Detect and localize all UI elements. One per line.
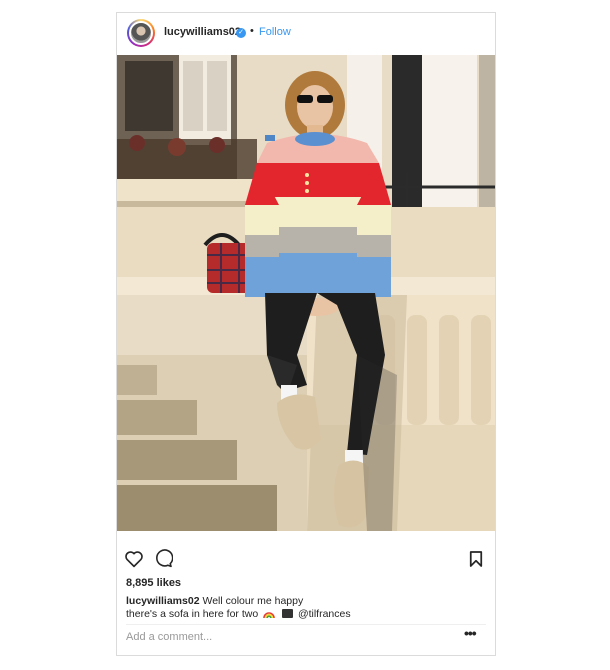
post-actions xyxy=(117,543,495,573)
header-separator: • xyxy=(250,25,254,37)
rainbow-emoji-icon xyxy=(263,612,275,618)
post-header: lucywilliams02 ✓ • Follow xyxy=(117,13,495,55)
post-photo[interactable] xyxy=(117,55,495,531)
add-comment-input[interactable] xyxy=(126,627,446,647)
comment-bubble-icon[interactable] xyxy=(154,549,174,573)
caption-username[interactable]: lucywilliams02 xyxy=(126,595,200,607)
bookmark-icon[interactable] xyxy=(469,550,483,573)
username-link[interactable]: lucywilliams02 xyxy=(164,26,241,38)
caption-mention-link[interactable]: @tilfrances xyxy=(298,608,351,620)
clapper-board-emoji-icon xyxy=(282,609,294,618)
caption-line-1: Well colour me happy xyxy=(202,595,304,607)
more-options-button[interactable]: ••• xyxy=(464,625,477,641)
heart-icon[interactable] xyxy=(124,550,144,573)
instagram-post-card: lucywilliams02 ✓ • Follow 8,895 likes lu… xyxy=(116,12,496,656)
verified-badge-icon: ✓ xyxy=(236,28,246,38)
post-caption: lucywilliams02 Well colour me happy ther… xyxy=(126,595,476,621)
avatar[interactable] xyxy=(127,19,155,47)
likes-count[interactable]: 8,895 likes xyxy=(126,577,181,589)
avatar-image xyxy=(129,21,153,45)
comment-divider xyxy=(126,624,486,625)
caption-line-2: there's a sofa in here for two xyxy=(126,608,259,620)
follow-button[interactable]: Follow xyxy=(259,26,291,38)
post-photo-illustration xyxy=(117,55,495,531)
